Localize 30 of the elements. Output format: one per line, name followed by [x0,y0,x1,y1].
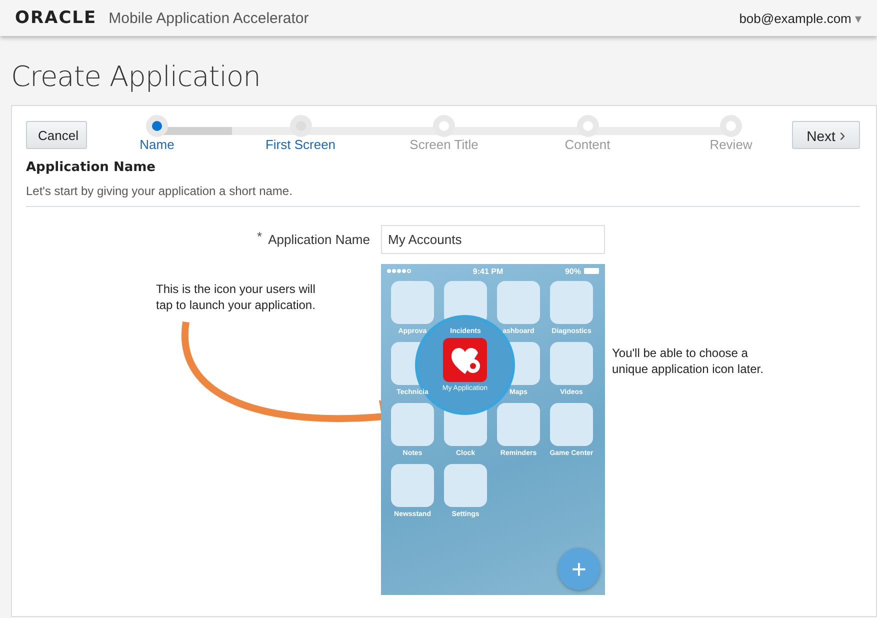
page-title: Create Application [10,59,262,95]
step-link[interactable]: First Screen [265,137,336,152]
signal-icon [387,269,411,273]
step-marker[interactable] [290,115,312,137]
callout-text: This is the icon your users will tap to launch your application. [156,281,316,313]
app-tile [497,281,540,324]
status-time: 9:41 PM [472,266,504,276]
application-name-field[interactable]: My Accounts [381,225,605,254]
callout-text: You'll be able to choose a unique application icon later. [612,345,764,377]
app-tile [444,464,487,507]
step-marker[interactable] [146,115,168,137]
battery-level: 90% [564,266,581,276]
product-name: Mobile Application Accelerator [108,10,309,27]
required-mark: * [257,229,262,244]
section-title: Application Name [26,160,156,175]
field-label: Application Name [268,232,370,247]
cancel-button[interactable]: Cancel [26,121,87,149]
user-menu[interactable]: bob@example.com ▾ [739,10,862,26]
logo-text: ORACLE [15,8,97,28]
app-tile [550,281,593,324]
app-tile [391,403,434,446]
battery-icon [584,268,599,274]
app-tile [391,281,434,324]
app-tile [550,403,593,446]
app-tile [550,342,593,385]
app-tile [497,403,540,446]
section-description: Let's start by giving your application a short name. [26,184,294,198]
app-tile [391,464,434,507]
next-button[interactable]: Next › [792,121,860,149]
step-link[interactable]: Name [140,137,174,152]
